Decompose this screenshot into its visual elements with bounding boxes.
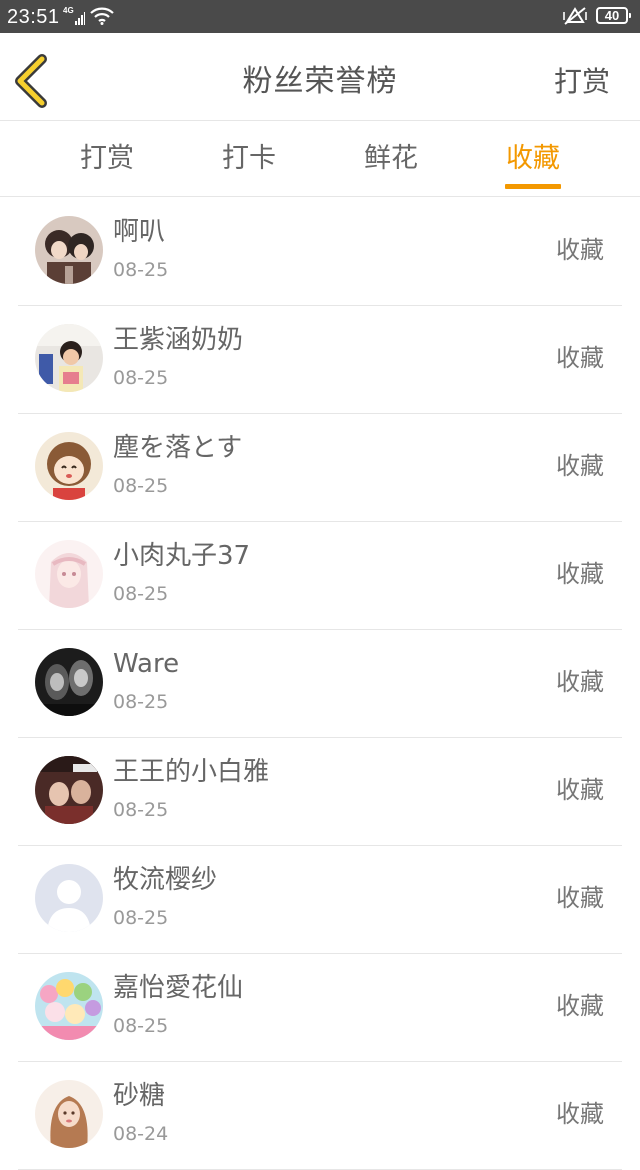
user-name: 啊叭 xyxy=(113,217,166,247)
user-name: Ware xyxy=(113,649,180,679)
row-action-label: 收藏 xyxy=(556,668,604,696)
user-date: 08-25 xyxy=(113,691,169,713)
list-item[interactable]: 王紫涵奶奶 08-25 收藏 xyxy=(18,305,622,414)
list-item[interactable]: Ware 08-25 收藏 xyxy=(18,629,622,738)
nav-bar: 粉丝荣誉榜 打赏 xyxy=(0,33,640,121)
status-bar: 23:51 4G 40 xyxy=(0,0,640,33)
tab-label: 收藏 xyxy=(506,143,560,174)
user-date: 08-25 xyxy=(113,259,169,281)
avatar xyxy=(35,756,103,824)
row-action-label: 收藏 xyxy=(556,992,604,1020)
tab-checkin[interactable]: 打卡 xyxy=(178,141,320,196)
wifi-icon xyxy=(90,7,114,30)
list-item[interactable]: 砂糖 08-24 收藏 xyxy=(18,1061,622,1170)
user-date: 08-24 xyxy=(113,1123,169,1145)
row-action-label: 收藏 xyxy=(556,884,604,912)
tab-label: 打卡 xyxy=(222,143,276,174)
default-avatar-icon xyxy=(35,864,103,932)
tab-label: 鲜花 xyxy=(364,143,418,174)
user-date: 08-25 xyxy=(113,907,169,929)
tab-bar: 打赏 打卡 鲜花 收藏 xyxy=(0,121,640,197)
user-name: 小肉丸子37 xyxy=(113,541,251,571)
status-time: 23:51 xyxy=(7,6,60,28)
user-date: 08-25 xyxy=(113,583,169,605)
list-item[interactable]: 王王的小白雅 08-25 收藏 xyxy=(18,737,622,846)
cellular-signal-icon: 4G xyxy=(63,6,85,25)
user-date: 08-25 xyxy=(113,1015,169,1037)
page-title: 粉丝荣誉榜 xyxy=(242,64,398,99)
list-item[interactable]: 牧流樱纱 08-25 收藏 xyxy=(18,845,622,954)
row-action-label: 收藏 xyxy=(556,344,604,372)
user-date: 08-25 xyxy=(113,475,169,497)
avatar xyxy=(35,864,103,932)
battery-indicator: 40 xyxy=(596,7,631,24)
user-name: 牧流樱纱 xyxy=(113,865,218,895)
user-name: 王王的小白雅 xyxy=(113,757,270,787)
reward-button[interactable]: 打赏 xyxy=(554,62,610,102)
tab-label: 打赏 xyxy=(80,143,134,174)
row-action-label: 收藏 xyxy=(556,1100,604,1128)
list-item[interactable]: 小肉丸子37 08-25 收藏 xyxy=(18,521,622,630)
user-date: 08-25 xyxy=(113,367,169,389)
avatar xyxy=(35,540,103,608)
avatar xyxy=(35,648,103,716)
row-action-label: 收藏 xyxy=(556,452,604,480)
user-name: 嘉怡愛花仙 xyxy=(113,973,244,1003)
list-item[interactable]: 塵を落とす 08-25 收藏 xyxy=(18,413,622,522)
avatar xyxy=(35,324,103,392)
tab-reward[interactable]: 打赏 xyxy=(36,141,178,196)
user-name: 王紫涵奶奶 xyxy=(113,325,244,355)
active-tab-indicator xyxy=(505,184,561,189)
tab-favorites[interactable]: 收藏 xyxy=(462,141,604,196)
user-name: 塵を落とす xyxy=(113,433,243,463)
row-action-label: 收藏 xyxy=(556,236,604,264)
user-date: 08-25 xyxy=(113,799,169,821)
row-action-label: 收藏 xyxy=(556,776,604,804)
list-item[interactable]: 嘉怡愛花仙 08-25 收藏 xyxy=(18,953,622,1062)
user-name: 砂糖 xyxy=(113,1081,166,1111)
tab-flowers[interactable]: 鲜花 xyxy=(320,141,462,196)
row-action-label: 收藏 xyxy=(556,560,604,588)
avatar xyxy=(35,972,103,1040)
mute-vibrate-icon xyxy=(563,6,587,31)
list-item[interactable]: 啊叭 08-25 收藏 xyxy=(18,197,622,306)
avatar xyxy=(35,216,103,284)
avatar xyxy=(35,432,103,500)
